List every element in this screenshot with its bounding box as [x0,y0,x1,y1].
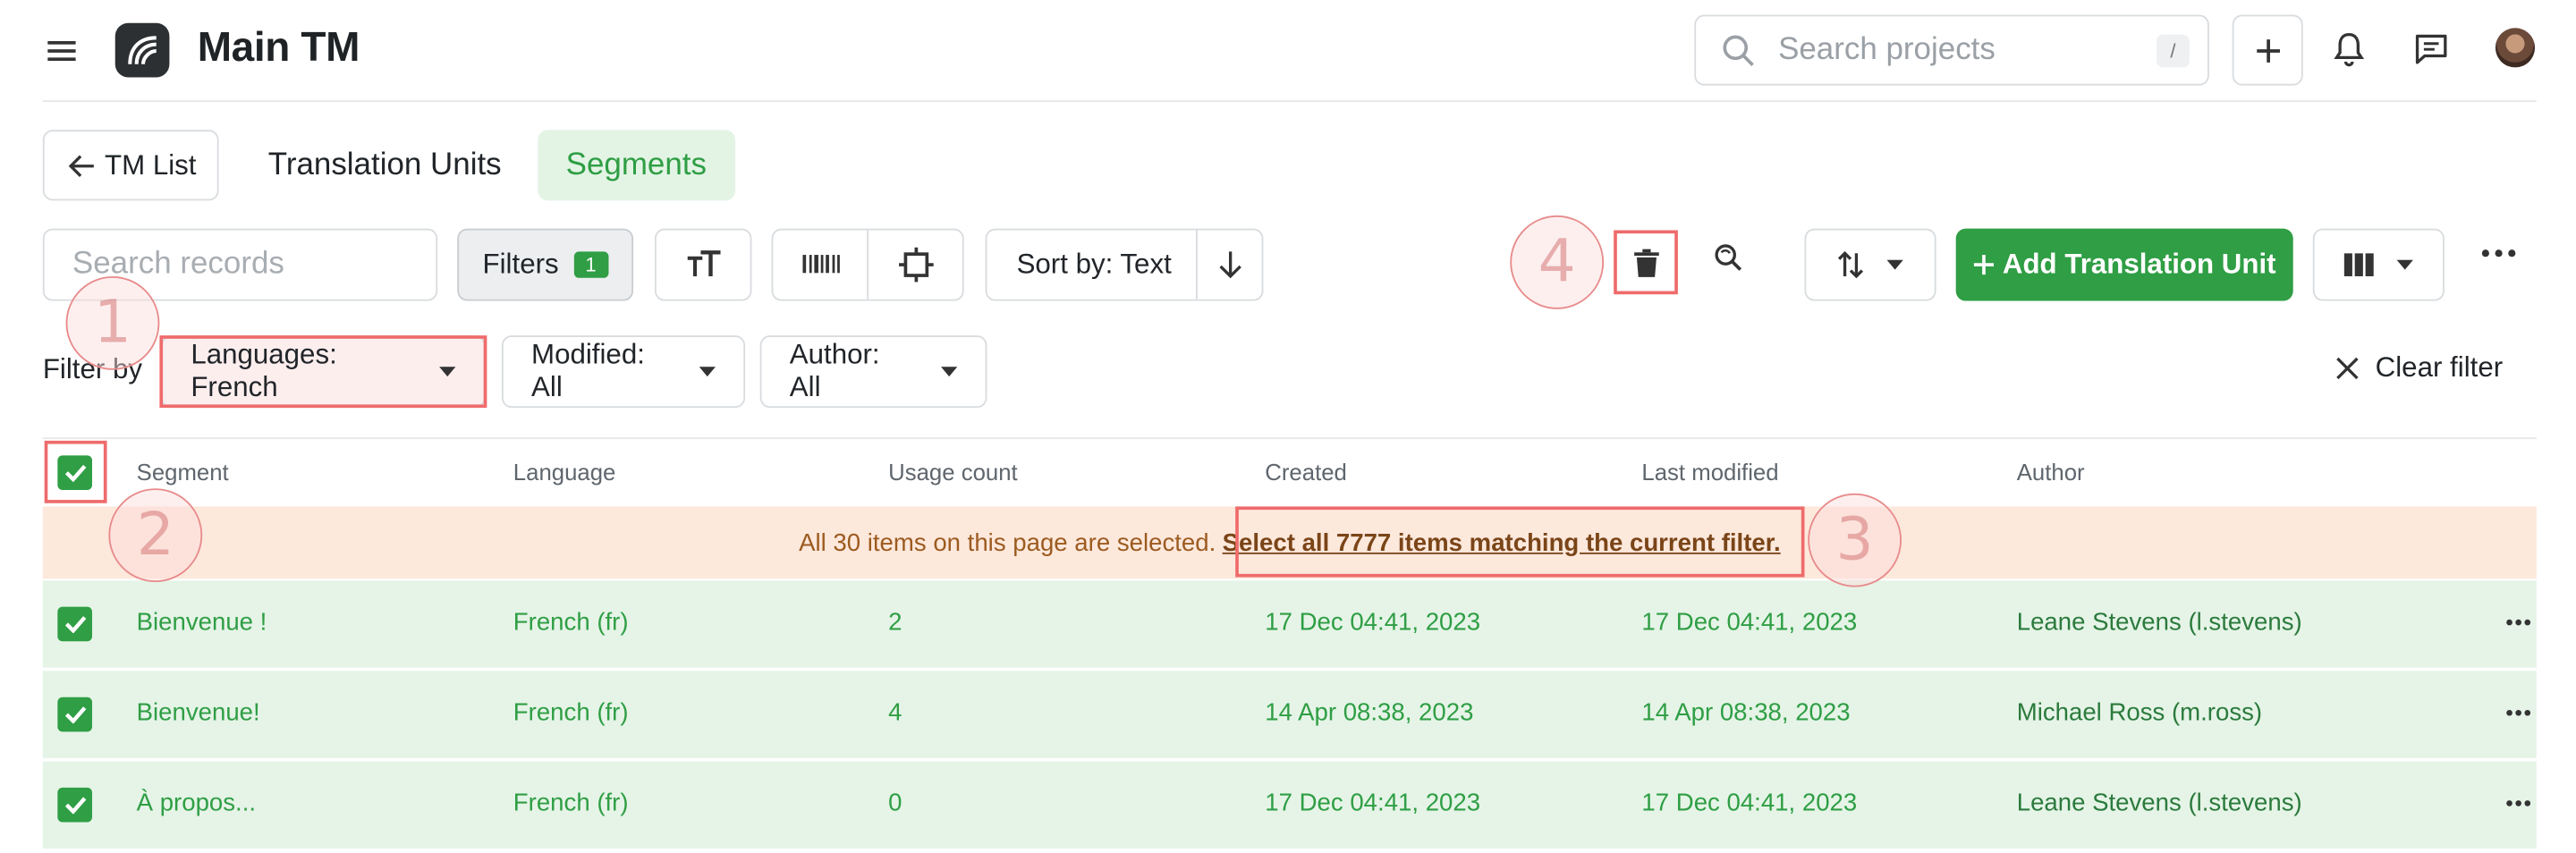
cell-author: Leane Stevens (l.stevens) [2016,608,2302,637]
table-top-border [42,437,2537,440]
plus-icon [2253,36,2283,65]
row-more-icon[interactable] [2505,799,2531,807]
find-replace-icon [1711,241,1744,274]
avatar[interactable] [2495,28,2536,68]
row-checkbox[interactable] [57,697,92,732]
barcode-icon [801,253,840,276]
selection-banner-text: All 30 items on this page are selected. [799,528,1216,557]
cell-language: French (fr) [513,789,629,818]
filters-count-badge: 1 [573,251,608,278]
menu-icon[interactable] [46,36,79,65]
app-logo-icon [114,22,170,78]
annotation-marker-1: 1 [65,275,160,370]
author-filter-dropdown[interactable]: Author: All [759,335,987,409]
arrow-left-icon [65,152,95,178]
cell-author: Michael Ross (m.ross) [2016,698,2263,727]
filters-button[interactable]: Filters 1 [457,228,634,301]
sort-control[interactable]: Sort by: Text [985,228,1264,301]
annotation-box-delete [1614,230,1678,295]
search-projects-placeholder: Search projects [1778,31,1996,67]
columns-icon [2343,253,2374,276]
modified-filter-text: Modified: All [531,338,645,403]
sort-label[interactable]: Sort by: Text [987,249,1196,282]
table-row[interactable]: Bienvenue ! French (fr) 2 17 Dec 04:41, … [42,579,2537,668]
crop-button[interactable] [869,230,962,299]
column-header-language[interactable]: Language [513,459,616,485]
cell-created: 14 Apr 08:38, 2023 [1265,698,1474,727]
table-row[interactable]: Bienvenue! French (fr) 4 14 Apr 08:38, 2… [42,669,2537,758]
row-checkbox[interactable] [57,787,92,823]
import-export-button[interactable] [1804,228,1936,301]
caret-down-icon [940,367,958,377]
cell-usage-count: 4 [888,698,902,727]
table-row[interactable]: À propos... French (fr) 0 17 Dec 04:41, … [42,759,2537,849]
filters-label: Filters [482,248,559,280]
cell-last-modified: 14 Apr 08:38, 2023 [1641,698,1851,727]
chat-icon[interactable] [2413,31,2449,67]
annotation-marker-2: 2 [108,488,203,583]
cell-created: 17 Dec 04:41, 2023 [1265,789,1481,818]
text-size-icon [685,250,721,280]
search-icon [1723,34,1756,67]
clear-filter-button[interactable]: Clear filter [2336,351,2504,385]
row-more-icon[interactable] [2505,709,2531,717]
cell-segment: À propos... [136,789,257,818]
find-replace-button[interactable] [1711,241,1744,274]
crop-icon [897,247,933,283]
cell-usage-count: 2 [888,608,902,637]
author-filter-text: Author: All [789,338,880,403]
cell-language: French (fr) [513,608,629,637]
cell-segment: Bienvenue! [136,698,260,727]
view-options-group [771,228,964,301]
header-divider [42,100,2537,103]
bell-icon[interactable] [2333,31,2366,67]
column-header-usage-count[interactable]: Usage count [888,459,1018,485]
add-translation-unit-button[interactable]: Add Translation Unit [1955,228,2293,301]
add-translation-unit-label: Add Translation Unit [2002,248,2276,280]
columns-button[interactable] [2312,228,2445,301]
check-icon [64,615,87,634]
annotation-box-select-all [44,440,107,503]
check-icon [64,796,87,815]
import-export-icon [1837,250,1864,280]
check-icon [64,705,87,724]
clear-filter-label: Clear filter [2375,351,2504,384]
tm-list-back-button[interactable]: TM List [42,130,219,201]
cell-language: French (fr) [513,698,629,727]
column-header-segment[interactable]: Segment [137,459,229,485]
annotation-marker-3: 3 [1808,493,1902,587]
tab-translation-units[interactable]: Translation Units [243,130,526,200]
search-projects-input[interactable]: Search projects / [1694,14,2209,86]
cell-created: 17 Dec 04:41, 2023 [1265,608,1481,637]
app-title: Main TM [197,24,360,72]
row-more-icon[interactable] [2505,619,2531,627]
row-checkbox[interactable] [57,606,92,642]
plus-icon [1973,253,1996,276]
tab-segments[interactable]: Segments [538,130,735,201]
column-header-author[interactable]: Author [2017,459,2085,485]
text-size-button[interactable] [654,228,752,301]
caret-down-icon [2396,259,2413,270]
annotation-marker-4: 4 [1510,215,1605,309]
annotation-box-select-matching [1235,506,1805,578]
sort-direction-button[interactable] [1198,250,1262,280]
column-header-last-modified[interactable]: Last modified [1641,459,1778,485]
column-header-created[interactable]: Created [1265,459,1347,485]
search-shortcut: / [2157,33,2190,67]
modified-filter-dropdown[interactable]: Modified: All [501,335,746,409]
cell-usage-count: 0 [888,789,902,818]
cell-segment: Bienvenue ! [136,608,267,637]
caret-down-icon [1886,259,1903,270]
tm-list-label: TM List [105,148,197,181]
cell-last-modified: 17 Dec 04:41, 2023 [1641,789,1858,818]
caret-down-icon [699,367,716,377]
cell-last-modified: 17 Dec 04:41, 2023 [1641,608,1858,637]
barcode-button[interactable] [773,230,867,299]
create-button[interactable] [2232,14,2303,86]
annotation-box-languages [159,335,487,409]
close-icon [2336,357,2360,380]
more-icon[interactable] [2480,249,2516,258]
cell-author: Leane Stevens (l.stevens) [2016,789,2302,818]
arrow-down-icon [1216,250,1242,280]
